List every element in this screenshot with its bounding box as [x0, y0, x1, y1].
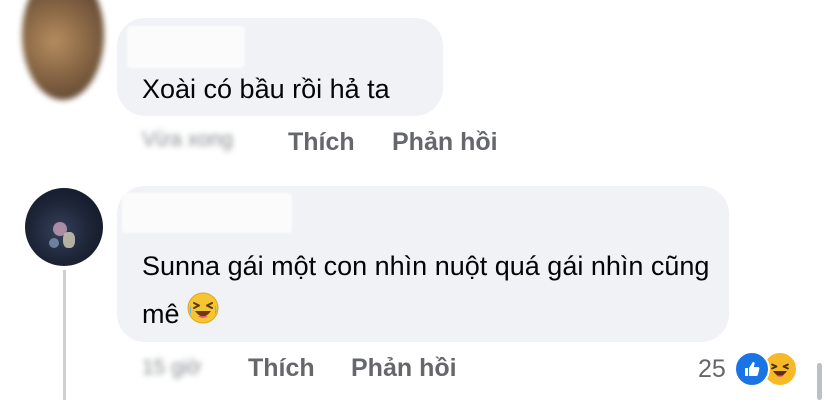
avatar-detail — [49, 238, 59, 248]
redacted-commenter-name[interactable] — [127, 26, 245, 68]
haha-emoji — [186, 291, 220, 340]
comment-text: Sunna gái một con nhìn nuột quá gái nhìn… — [142, 251, 710, 329]
reply-thread-line — [63, 270, 66, 400]
reaction-summary[interactable]: 25 — [698, 351, 798, 387]
comment-timestamp[interactable]: 15 giờ — [142, 356, 201, 380]
like-icon — [733, 351, 770, 387]
comment-timestamp[interactable]: Vừa xong — [142, 128, 233, 152]
avatar-detail — [63, 232, 75, 248]
reaction-count[interactable]: 25 — [698, 355, 726, 384]
comment-text-container: Sunna gái một con nhìn nuột quá gái nhìn… — [142, 242, 722, 340]
commenter-avatar[interactable] — [22, 0, 104, 100]
commenter-avatar[interactable] — [25, 188, 103, 266]
scrollbar-thumb[interactable] — [817, 363, 822, 400]
comment-text: Xoài có bầu rồi hả ta — [142, 74, 390, 104]
like-button[interactable]: Thích — [248, 354, 315, 383]
reply-button[interactable]: Phản hồi — [392, 128, 498, 157]
redacted-commenter-name[interactable] — [122, 193, 292, 233]
like-button[interactable]: Thích — [288, 128, 355, 157]
reply-button[interactable]: Phản hồi — [351, 354, 457, 383]
